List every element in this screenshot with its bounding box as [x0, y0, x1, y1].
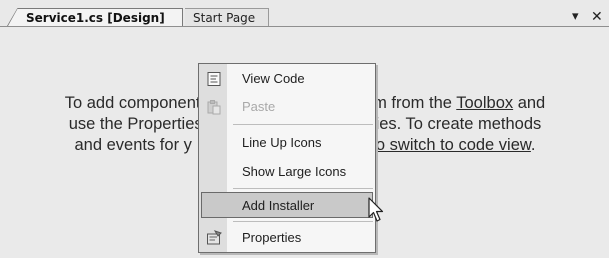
paste-icon: [207, 100, 221, 115]
menu-item-label: Properties: [242, 230, 302, 245]
menu-item-line-up-icons[interactable]: Line Up Icons: [201, 130, 373, 156]
menu-separator: [233, 188, 373, 189]
mouse-pointer-icon: [368, 197, 384, 222]
properties-icon: [207, 230, 222, 245]
menu-icon-gutter: [199, 64, 227, 252]
menu-item-show-large-icons[interactable]: Show Large Icons: [201, 159, 373, 185]
tab-start-page[interactable]: Start Page: [185, 8, 269, 26]
document-tab-bar: Service1.cs [Design] Start Page ▾ ✕: [0, 0, 609, 27]
hint-line-2-prefix: use the Properties w: [68, 115, 220, 133]
context-menu: View Code Paste Line Up Icons Show Large…: [198, 63, 376, 253]
menu-separator: [233, 124, 373, 125]
menu-item-label: Paste: [242, 99, 276, 114]
hint-line-2-suffix: perties. To create methods: [347, 115, 542, 133]
toolbox-link[interactable]: Toolbox: [456, 94, 513, 112]
menu-item-add-installer[interactable]: Add Installer: [201, 192, 373, 218]
chevron-down-icon[interactable]: ▾: [572, 8, 579, 26]
menu-item-label: Line Up Icons: [242, 135, 322, 150]
menu-item-label: View Code: [242, 71, 305, 86]
close-icon[interactable]: ✕: [591, 8, 603, 26]
menu-item-properties[interactable]: Properties: [201, 225, 373, 251]
hint-line-3-end: .: [530, 136, 536, 154]
menu-item-label: Show Large Icons: [242, 164, 347, 179]
menu-separator: [233, 221, 373, 222]
menu-item-view-code[interactable]: View Code: [201, 66, 373, 92]
hint-line-1-end: and: [513, 94, 546, 112]
menu-item-label: Add Installer: [242, 198, 315, 213]
hint-line-3-prefix: and events for y: [74, 136, 192, 154]
view-code-icon: [207, 72, 221, 86]
code-view-link[interactable]: o switch to code view: [376, 136, 531, 154]
tab-service1-design[interactable]: Service1.cs [Design]: [8, 8, 183, 26]
menu-item-paste[interactable]: Paste: [201, 94, 373, 120]
hint-line-1-prefix: To add components: [64, 94, 209, 112]
